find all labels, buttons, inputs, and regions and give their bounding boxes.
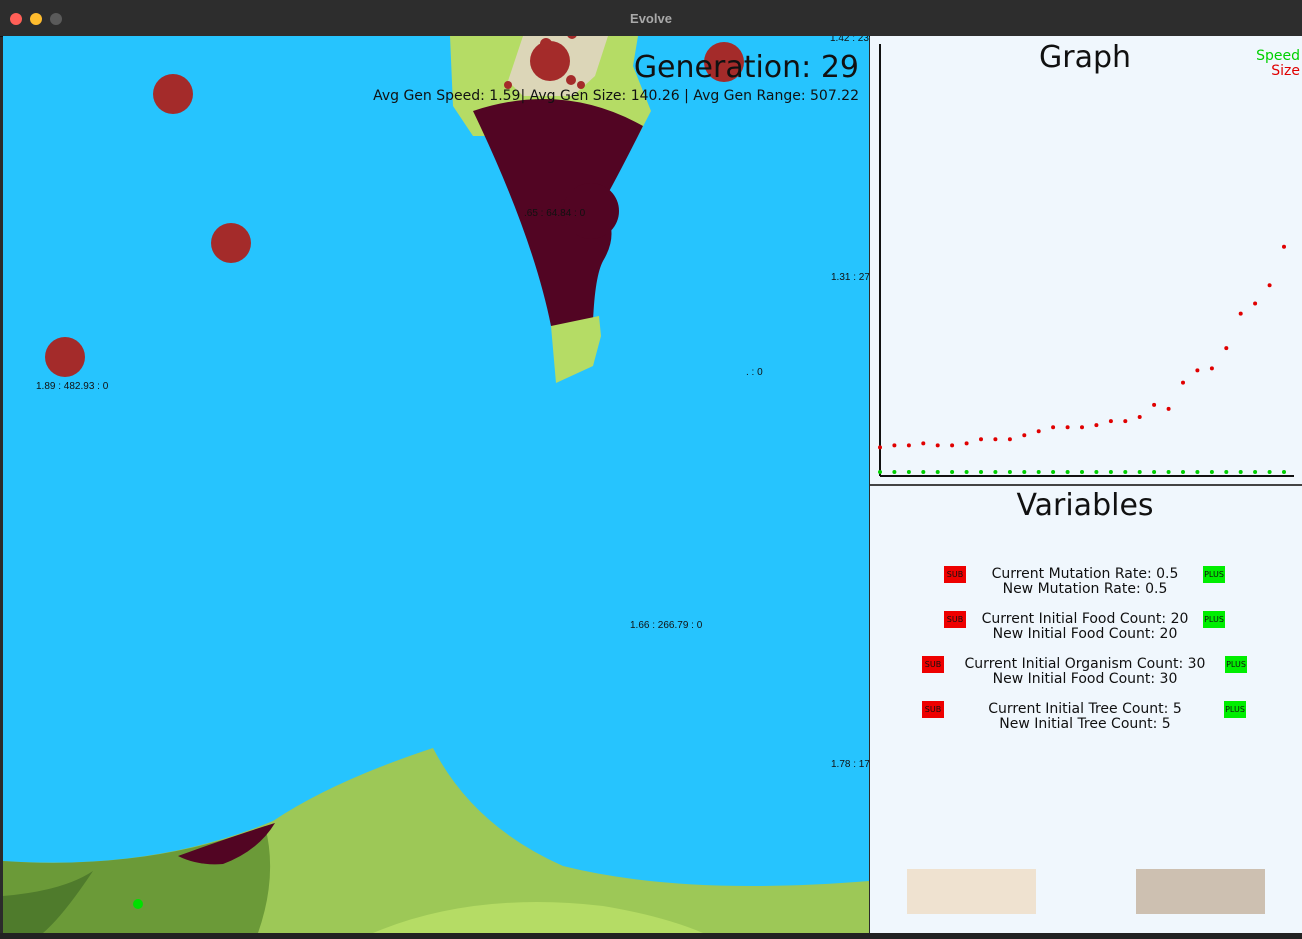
- speed-point: [1209, 470, 1214, 474]
- speed-point: [1253, 470, 1258, 474]
- speed-point: [1022, 470, 1027, 474]
- speed-point: [1267, 470, 1272, 474]
- speed-point: [979, 470, 983, 474]
- organism-green: [133, 899, 143, 909]
- organism-label: 1.42 : 23: [830, 36, 869, 44]
- speed-point: [1137, 470, 1142, 474]
- speed-point: [1065, 470, 1070, 474]
- variables-panel: Variables SUB Current Mutation Rate: 0.5…: [870, 486, 1302, 933]
- new-value: New Initial Food Count: 30: [992, 671, 1178, 687]
- size-point: [1080, 425, 1084, 430]
- variable-row-food-count: SUB Current Initial Food Count: 20 New I…: [870, 611, 1302, 645]
- organism-label: 1.89 : 482.93 : 0: [36, 381, 109, 392]
- speed-point: [1224, 470, 1229, 474]
- speed-point: [1036, 470, 1041, 474]
- organism-label: 1.31 : 27: [831, 272, 869, 283]
- action-button-right[interactable]: [1136, 869, 1265, 914]
- speed-point: [935, 470, 940, 474]
- speed-point: [1166, 470, 1171, 474]
- current-value: Current Initial Food Count: 20: [981, 611, 1189, 627]
- plus-button[interactable]: PLUS: [1224, 701, 1246, 718]
- plus-button[interactable]: PLUS: [1203, 611, 1225, 628]
- variable-row-organism-count: SUB Current Initial Organism Count: 30 N…: [870, 656, 1302, 690]
- size-point: [1267, 283, 1272, 288]
- size-point: [1195, 368, 1200, 373]
- size-point: [964, 441, 969, 446]
- size-point: [1238, 311, 1243, 316]
- size-point: [979, 437, 983, 442]
- size-point: [1282, 244, 1286, 249]
- speed-point: [1238, 470, 1243, 474]
- size-point: [1094, 423, 1099, 428]
- terminal-strip: [0, 933, 1302, 939]
- size-point: [1137, 415, 1142, 419]
- speed-point: [993, 470, 998, 474]
- organism-label: 1.78 : 17: [831, 759, 869, 770]
- food-dot: [211, 223, 251, 263]
- food-dot: [540, 38, 552, 50]
- size-point: [1065, 425, 1070, 430]
- new-value: New Mutation Rate: 0.5: [1002, 581, 1168, 597]
- speed-point: [1007, 470, 1012, 474]
- variable-row-tree-count: SUB Current Initial Tree Count: 5 New In…: [870, 701, 1302, 735]
- food-dot: [566, 75, 576, 85]
- speed-point: [906, 470, 911, 474]
- speed-point: [878, 470, 882, 474]
- new-value: New Initial Food Count: 20: [992, 626, 1178, 642]
- speed-point: [1282, 470, 1286, 474]
- food-dot: [45, 337, 85, 377]
- organism-label: .65 : 64.84 : 0: [524, 208, 586, 219]
- size-point: [1007, 437, 1012, 442]
- size-point: [1108, 419, 1113, 424]
- speed-point: [964, 470, 969, 474]
- food-dot: [153, 74, 193, 114]
- variables-title: Variables: [1016, 488, 1154, 523]
- size-point: [892, 443, 897, 448]
- size-point: [950, 443, 955, 448]
- generation-label: Generation: 29: [633, 50, 859, 85]
- speed-point: [1195, 470, 1200, 474]
- action-button-left[interactable]: [907, 869, 1036, 914]
- size-point: [1209, 366, 1214, 371]
- size-point: [1224, 346, 1229, 351]
- world-drawing: [3, 36, 869, 933]
- size-point: [1166, 406, 1171, 411]
- size-point: [1022, 433, 1027, 438]
- size-point: [921, 441, 926, 446]
- new-value: New Initial Tree Count: 5: [999, 716, 1171, 732]
- size-point: [906, 443, 911, 448]
- size-point: [935, 443, 940, 448]
- size-point: [1152, 402, 1157, 407]
- plus-button[interactable]: PLUS: [1225, 656, 1247, 673]
- graph-panel: Graph Speed Size: [870, 36, 1302, 486]
- speed-point: [1051, 470, 1056, 474]
- speed-point: [1181, 470, 1185, 474]
- graph-chart: [878, 44, 1294, 477]
- size-point: [993, 437, 998, 442]
- speed-point: [921, 470, 926, 474]
- speed-point: [1108, 470, 1113, 474]
- size-point: [1181, 380, 1185, 385]
- size-point: [878, 445, 882, 450]
- speed-point: [1152, 470, 1157, 474]
- size-point: [1123, 419, 1128, 424]
- tree-stem: [551, 316, 601, 383]
- plus-button[interactable]: PLUS: [1203, 566, 1225, 583]
- window-title: Evolve: [630, 11, 672, 26]
- size-point: [1051, 425, 1056, 430]
- speed-point: [892, 470, 897, 474]
- speed-point: [950, 470, 955, 474]
- organism-label: . : 0: [746, 367, 763, 378]
- simulation-canvas[interactable]: Generation: 29 Avg Gen Speed: 1.59| Avg …: [3, 36, 869, 933]
- speed-point: [1123, 470, 1128, 474]
- organism-label: 1.66 : 266.79 : 0: [630, 620, 703, 631]
- generation-stats: Avg Gen Speed: 1.59| Avg Gen Size: 140.2…: [373, 88, 859, 104]
- size-point: [1036, 429, 1041, 434]
- speed-point: [1080, 470, 1084, 474]
- window-titlebar: Evolve: [0, 0, 1302, 37]
- current-value: Current Mutation Rate: 0.5: [991, 566, 1179, 582]
- variable-row-mutation-rate: SUB Current Mutation Rate: 0.5 New Mutat…: [870, 566, 1302, 600]
- size-point: [1253, 301, 1258, 306]
- speed-point: [1094, 470, 1099, 474]
